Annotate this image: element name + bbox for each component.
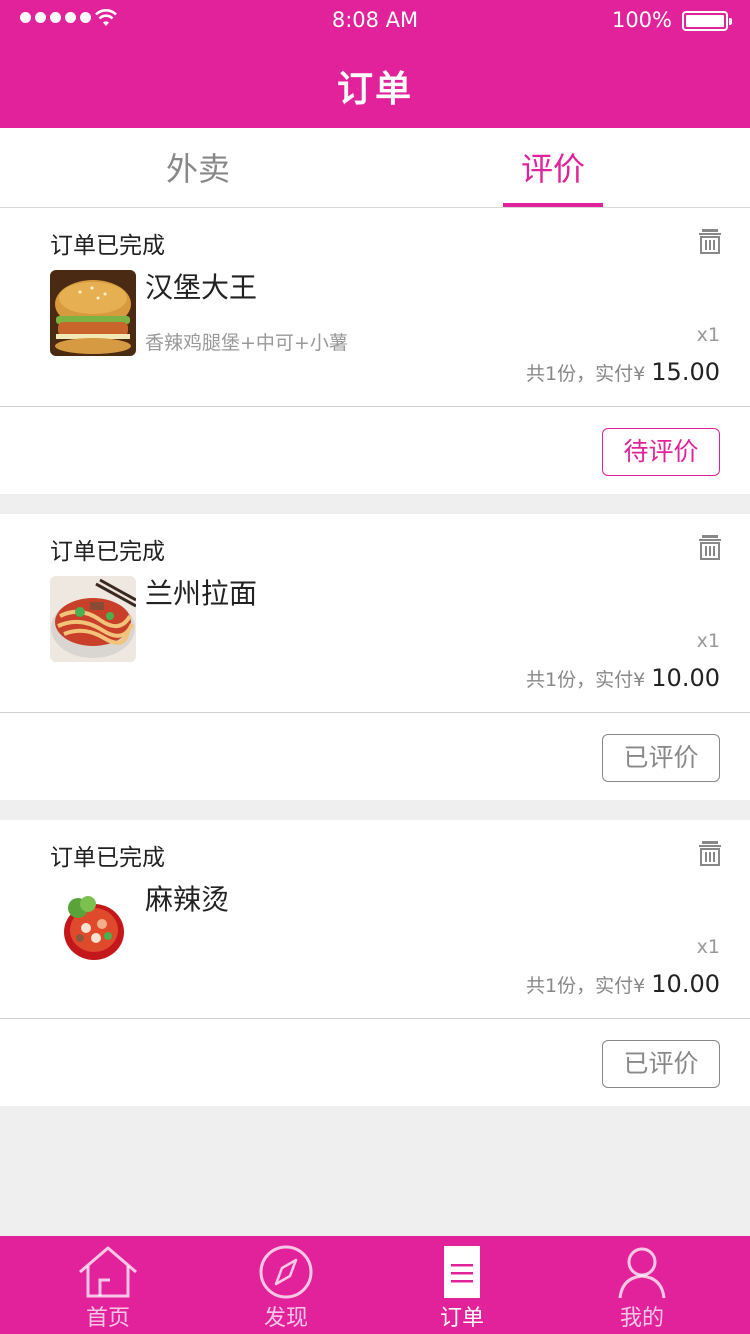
order-card[interactable]: 订单已完成 兰州拉面 x1 共1份，实付¥ 10.00 已评价 [0,514,750,800]
card-divider [0,712,750,713]
total-price: 10.00 [651,970,720,998]
order-status: 订单已完成 [50,845,165,871]
shop-name: 麻辣烫 [145,883,230,916]
delete-icon[interactable] [698,840,722,866]
bottom-tab-bar: 首页 发现 订单 我的 [0,1236,750,1334]
home-icon [79,1246,137,1298]
delete-icon[interactable] [698,228,722,254]
currency-symbol: ¥ [633,975,646,997]
reviewed-button[interactable]: 已评价 [602,734,720,782]
tabbar-label: 首页 [85,1306,130,1331]
order-quantity: x1 [696,324,720,346]
status-bar: 8:08 AM 100% [0,0,750,40]
user-icon [618,1247,666,1299]
tabbar-item-profile[interactable]: 我的 [582,1236,702,1334]
total-label: 共1份，实付 [526,669,634,691]
total-label: 共1份，实付 [526,363,634,385]
order-tabs: 外卖 评价 [0,128,750,208]
tabbar-item-discover[interactable]: 发现 [226,1236,346,1334]
noodle-image [50,576,136,662]
app-header: 8:08 AM 100% 订单 [0,0,750,128]
card-divider [0,406,750,407]
tab-reviews[interactable]: 评价 [453,128,653,208]
shop-name: 汉堡大王 [145,271,258,304]
shop-name: 兰州拉面 [145,577,258,610]
order-status: 订单已完成 [50,539,165,565]
order-quantity: x1 [696,630,720,652]
tabbar-label: 我的 [619,1306,664,1331]
order-icon [444,1246,480,1298]
order-total: 共1份，实付¥ 15.00 [526,358,720,386]
tabbar-item-home[interactable]: 首页 [48,1236,168,1334]
page-title: 订单 [336,69,413,110]
order-total: 共1份，实付¥ 10.00 [526,664,720,692]
delete-icon[interactable] [698,534,722,560]
order-card[interactable]: 订单已完成 麻辣烫 x1 共1份，实付¥ 10.00 已评价 [0,820,750,1106]
tabbar-item-orders[interactable]: 订单 [402,1236,522,1334]
order-card[interactable]: 订单已完成 汉堡大王 香辣鸡腿堡+中可+小薯 x1 共1份，实付¥ 15.00 … [0,208,750,494]
tab-takeout[interactable]: 外卖 [98,128,298,208]
tabbar-label: 订单 [439,1306,484,1331]
active-tab-indicator [503,203,603,207]
total-price: 15.00 [651,358,720,386]
battery-percent: 100% [611,8,672,32]
order-quantity: x1 [696,936,720,958]
currency-symbol: ¥ [633,363,646,385]
malatang-image [50,882,136,968]
battery-icon [682,11,732,31]
order-total: 共1份，实付¥ 10.00 [526,970,720,998]
tabbar-label: 发现 [263,1306,308,1331]
card-divider [0,1018,750,1019]
total-label: 共1份，实付 [526,975,634,997]
currency-symbol: ¥ [633,669,646,691]
burger-image [50,270,136,356]
order-items: 香辣鸡腿堡+中可+小薯 [145,332,348,354]
reviewed-button[interactable]: 已评价 [602,1040,720,1088]
review-button[interactable]: 待评价 [602,428,720,476]
total-price: 10.00 [651,664,720,692]
compass-icon [259,1245,313,1299]
order-status: 订单已完成 [50,233,165,259]
